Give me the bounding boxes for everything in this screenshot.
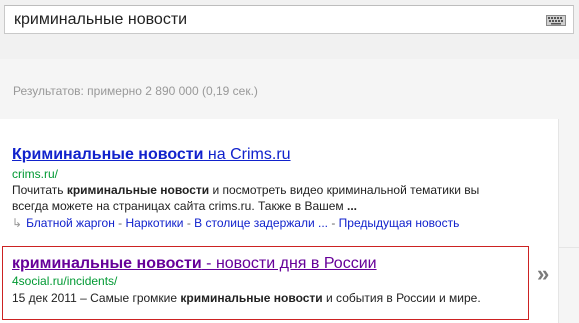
sitelink[interactable]: Предыдущая новость	[339, 216, 460, 230]
gutter-divider	[559, 247, 579, 248]
search-result: Криминальные новости на Crims.ru crims.r…	[12, 145, 479, 232]
sitelink-separator: -	[327, 216, 339, 230]
sitelink-arrow-icon: ↳	[12, 216, 23, 230]
result-title-bold[interactable]: Криминальные новости	[12, 146, 203, 163]
snippet-bold: криминальные новости	[66, 183, 210, 197]
sitelink-separator: -	[183, 216, 195, 230]
snippet-bold: ...	[347, 199, 358, 213]
sitelink[interactable]: В столице задержали ...	[194, 216, 328, 230]
snippet-text: всегда можете на страницах сайта crims.r…	[12, 199, 348, 213]
result-snippet: 15 дек 2011 – Самые громкие криминальные…	[12, 290, 481, 306]
sitelink-separator: -	[114, 216, 126, 230]
snippet-text: Почитать	[12, 183, 67, 197]
sitelink[interactable]: Наркотики	[126, 216, 184, 230]
result-snippet: Почитать криминальные новости и посмотре…	[12, 182, 479, 214]
search-input[interactable]	[14, 10, 534, 30]
result-title-rest[interactable]: - новости дня в России	[202, 255, 376, 272]
result-title-bold[interactable]: криминальные новости	[12, 255, 202, 272]
sitelinks: ↳ Блатной жаргон - Наркотики - В столице …	[12, 214, 479, 232]
result-title-link[interactable]: криминальные новости - новости дня в Рос…	[12, 254, 481, 273]
snippet-line: Почитать криминальные новости и посмотре…	[12, 182, 479, 198]
keyboard-icon[interactable]	[546, 15, 566, 26]
result-title-link[interactable]: Криминальные новости на Crims.ru	[12, 145, 479, 164]
snippet-bold: криминальные новости	[180, 291, 323, 305]
search-result: криминальные новости - новости дня в Рос…	[12, 254, 481, 306]
result-title-rest[interactable]: на Crims.ru	[203, 146, 291, 163]
search-box[interactable]	[4, 5, 574, 34]
sitelink[interactable]: Блатной жаргон	[26, 216, 115, 230]
snippet-text: и посмотреть видео криминальной тематики…	[209, 183, 480, 197]
snippet-text: 15 дек 2011 – Самые громкие	[12, 291, 181, 305]
snippet-text: и события в России и мире.	[322, 291, 481, 305]
result-stats: Результатов: примерно 2 890 000 (0,19 се…	[13, 84, 258, 98]
snippet-line: всегда можете на страницах сайта crims.r…	[12, 198, 479, 214]
result-url: 4social.ru/incidents/	[12, 274, 118, 288]
right-gutter	[558, 119, 579, 323]
double-chevron-right-icon[interactable]: »	[537, 263, 549, 285]
result-url: crims.ru/	[12, 167, 58, 181]
snippet-line: 15 дек 2011 – Самые громкие криминальные…	[12, 290, 481, 306]
